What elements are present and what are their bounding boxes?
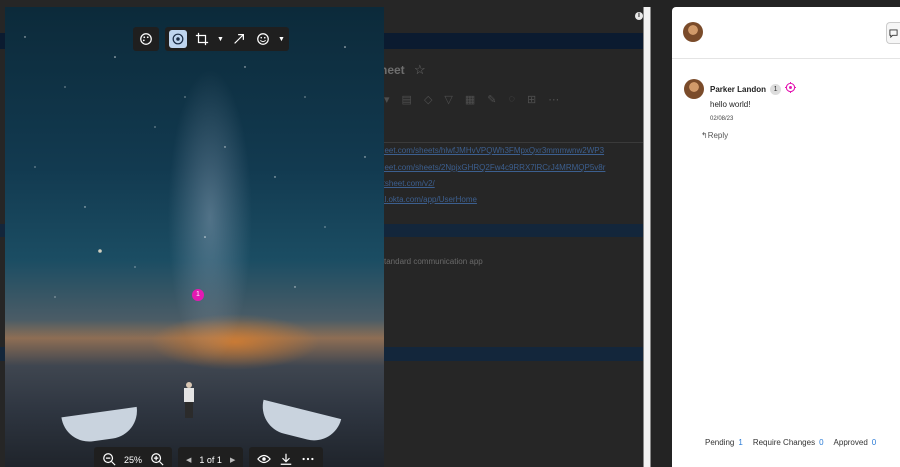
status-count: 0 — [871, 438, 877, 447]
arrow-icon[interactable] — [230, 30, 248, 48]
sheet-link: heet.com/sheets/hlwfJMHvVPQWh3FMpxQxr3mm… — [380, 146, 605, 155]
divider — [380, 142, 643, 143]
zoom-controls: 25% — [94, 447, 173, 467]
zoom-in-icon[interactable] — [150, 452, 164, 467]
previous-page-icon[interactable]: ◀ — [186, 456, 191, 464]
eye-icon[interactable] — [257, 452, 272, 467]
panel-resize-handle[interactable] — [643, 7, 651, 467]
status-label: Pending — [705, 438, 735, 447]
target-icon[interactable] — [169, 30, 187, 48]
pagination: ◀ 1 of 1 ▶ — [178, 447, 244, 467]
reply-icon: ↰ — [701, 131, 708, 140]
comments-panel: Parker Landon 1 hello world! 02/08/23 ↰R… — [672, 7, 900, 467]
viewer-controls: 25% ◀ 1 of 1 ▶ — [94, 447, 324, 467]
comment-date: 02/08/23 — [710, 116, 734, 122]
palette-icon[interactable] — [137, 30, 155, 48]
next-page-icon[interactable]: ▶ — [230, 456, 235, 464]
sheet-link: rtsheet.com/v2/ — [380, 179, 435, 188]
sheet-cell-text: standard communication app — [380, 257, 483, 266]
comment-filter-button[interactable] — [886, 22, 900, 44]
view-actions — [249, 447, 324, 467]
reply-label: Reply — [707, 131, 729, 140]
status-count: 1 — [738, 438, 743, 447]
image-viewer[interactable]: 1 ▼ ▼ 25% ◀ 1 of 1 ▶ — [5, 7, 384, 467]
sheet-link: al.okta.com/app/UserHome — [380, 195, 477, 204]
avatar — [684, 79, 704, 99]
comment-author: Parker Landon — [710, 84, 767, 94]
panel-header — [672, 7, 900, 59]
status-approved[interactable]: Approved 0 — [834, 438, 877, 447]
emoji-icon[interactable] — [254, 30, 272, 48]
tool-group — [133, 27, 159, 51]
info-icon: i — [635, 12, 643, 20]
comment-header: Parker Landon 1 — [710, 80, 797, 98]
more-icon[interactable] — [301, 452, 315, 467]
status-count: 0 — [819, 438, 824, 447]
annotation-pin[interactable]: 1 — [192, 289, 204, 301]
reply-link[interactable]: ↰Reply — [701, 131, 728, 140]
approval-status-bar: Pending 1 Require Changes 0 Approved 0 — [705, 438, 876, 447]
avatar[interactable] — [683, 22, 703, 42]
person — [183, 382, 195, 422]
zoom-level: 25% — [124, 455, 143, 465]
crop-icon[interactable] — [193, 30, 211, 48]
comment-number-badge: 1 — [770, 83, 782, 95]
page-indicator: 1 of 1 — [199, 455, 222, 465]
sheet-link: heet.com/sheets/2NpjxGHRQ2Fw4c9RRX7lRCrJ… — [380, 163, 606, 172]
status-label: Approved — [833, 438, 868, 447]
target-icon[interactable] — [785, 80, 797, 98]
comment-icon — [889, 28, 898, 38]
annotation-toolbar: ▼ ▼ — [133, 27, 289, 51]
star-icon: ☆ — [414, 62, 426, 77]
zoom-out-icon[interactable] — [102, 452, 116, 467]
chevron-down-icon[interactable]: ▼ — [278, 36, 285, 43]
chevron-down-icon[interactable]: ▼ — [217, 36, 224, 43]
download-icon[interactable] — [279, 452, 293, 467]
comment-body: hello world! — [710, 100, 751, 109]
tool-group: ▼ ▼ — [165, 27, 289, 51]
status-require-changes[interactable]: Require Changes 0 — [753, 438, 824, 447]
sheet-toolbar: ▾ ▤ ◇ ▽ ▦ ✎ ◌ ⊞ ⋯ — [384, 93, 560, 106]
status-label: Require Changes — [752, 438, 816, 447]
status-pending[interactable]: Pending 1 — [705, 438, 743, 447]
